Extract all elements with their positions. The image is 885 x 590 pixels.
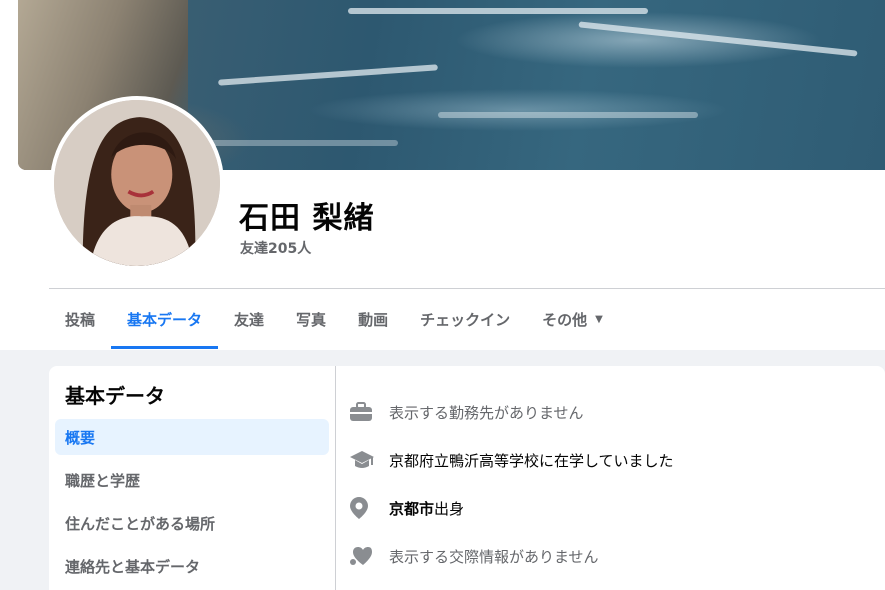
hometown-suffix: 出身	[434, 499, 465, 518]
info-relationship-text: 表示する交際情報がありません	[389, 547, 599, 566]
info-work: 表示する勤務先がありません	[349, 397, 584, 427]
heart-icon	[349, 544, 379, 568]
hometown-place[interactable]: 京都市	[389, 498, 434, 519]
tab-label: 写真	[296, 310, 327, 329]
info-education: 京都府立鴨沂高等学校に在学していました	[349, 445, 674, 475]
tab-label: 投稿	[65, 310, 96, 329]
tab-label: 基本データ	[127, 310, 203, 329]
graduation-cap-icon	[349, 448, 379, 472]
tab-posts[interactable]: 投稿	[49, 289, 111, 349]
profile-header: 石田 梨緒 友達205人 投稿 基本データ 友達 写真 動画 チェックイン その…	[0, 0, 885, 350]
tab-photos[interactable]: 写真	[280, 289, 342, 349]
about-nav-overview[interactable]: 概要	[55, 419, 329, 455]
profile-tabs: 投稿 基本データ 友達 写真 動画 チェックイン その他 ▼	[49, 289, 619, 349]
tab-videos[interactable]: 動画	[342, 289, 404, 349]
tab-friends[interactable]: 友達	[218, 289, 280, 349]
friend-count[interactable]: 友達205人	[240, 238, 311, 258]
about-nav-contact[interactable]: 連絡先と基本データ	[55, 548, 329, 584]
tab-label: その他	[542, 310, 588, 329]
info-hometown: 京都市 出身	[349, 493, 464, 523]
about-nav-places[interactable]: 住んだことがある場所	[55, 505, 329, 541]
caret-down-icon: ▼	[595, 313, 603, 325]
info-work-text: 表示する勤務先がありません	[389, 403, 584, 422]
profile-avatar[interactable]	[50, 96, 224, 270]
tab-label: チェックイン	[420, 310, 511, 329]
profile-name: 石田 梨緒	[239, 201, 375, 236]
about-panel: 基本データ 概要 職歴と学歴 住んだことがある場所 連絡先と基本データ 表示する…	[49, 366, 885, 590]
tab-label: 動画	[358, 310, 389, 329]
tab-checkins[interactable]: チェックイン	[404, 289, 526, 349]
tab-about[interactable]: 基本データ	[111, 289, 219, 349]
location-pin-icon	[349, 496, 379, 520]
panel-divider	[335, 366, 336, 590]
tab-label: 友達	[234, 310, 265, 329]
about-title: 基本データ	[65, 384, 165, 408]
info-relationship: 表示する交際情報がありません	[349, 541, 599, 571]
about-nav-work-education[interactable]: 職歴と学歴	[55, 462, 329, 498]
info-education-text: 京都府立鴨沂高等学校に在学していました	[389, 451, 674, 470]
briefcase-icon	[349, 400, 379, 424]
tab-more[interactable]: その他 ▼	[526, 289, 619, 349]
